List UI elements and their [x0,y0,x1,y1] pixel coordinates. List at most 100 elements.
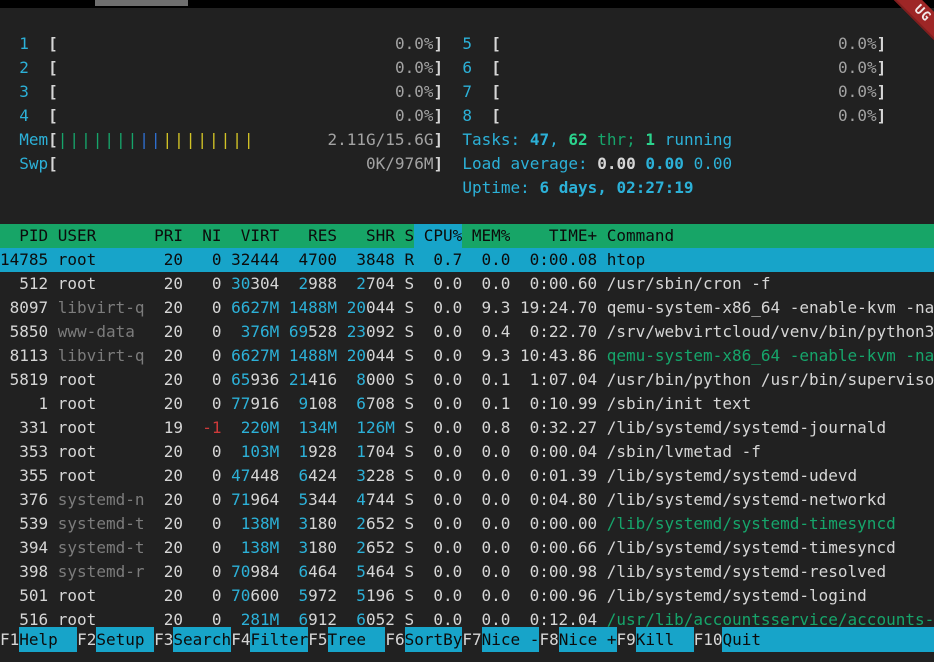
cell-ni: 0 [193,536,222,560]
window-top-strip [0,0,934,8]
text-segment: 988 [308,274,337,293]
meter-label: Swp [19,152,48,176]
text-segment: 0:04.80 [530,490,597,509]
text-segment: S [404,394,414,413]
column-header-command[interactable]: Command [607,224,934,248]
cell-cpu: 0.0 [424,392,463,416]
cpu-meter-3: 3[0.0%] [19,80,443,104]
text-segment: 69 [289,322,308,341]
bar-segment-yellow: |||||||| [163,130,256,149]
text-segment: S [404,274,414,293]
cell-pri: 20 [154,320,183,344]
text-segment: S [404,586,414,605]
column-header-mem[interactable]: MEM% [472,224,511,248]
text-segment: 928 [308,442,337,461]
text-segment: R [404,250,414,269]
text-segment: www-data [58,322,135,341]
process-row[interactable]: 512root2003030429882704S0.00.00:00.60/us… [0,272,934,296]
fkey-f7[interactable]: F7Nice - [462,627,539,652]
text-segment: 0.0 [433,442,462,461]
process-row[interactable]: 394systemd-t200138M31802652S0.00.00:00.6… [0,536,934,560]
meter-body: |||||||||||||||||2.11G/15.6G [58,128,434,152]
text-segment: htop [607,250,646,269]
text-segment: 501 [19,586,48,605]
text-segment: 5 [299,586,309,605]
process-row[interactable]: 8097libvirt-q2006627M1488M20044S0.09.319… [0,296,934,320]
meter-close-bracket: ] [877,80,887,104]
cell-command: /sbin/init text [607,392,934,416]
fkey-number: F10 [694,627,723,652]
text-segment: 0:00.66 [530,538,597,557]
cell-pri: 20 [154,536,183,560]
text-segment: 0.0 [482,250,511,269]
text-segment: 0 [212,250,222,269]
cell-virt: 32444 [231,248,279,272]
cell-mem: 0.0 [472,248,511,272]
column-header-s[interactable]: S [404,224,414,248]
fkey-f3[interactable]: F3Search [154,627,231,652]
meter-body: 0.0% [501,56,877,80]
cell-user: root [58,392,145,416]
column-header-res[interactable]: RES [289,224,337,248]
text-segment: 964 [250,490,279,509]
cell-cpu: 0.0 [424,440,463,464]
fkey-f9[interactable]: F9Kill [617,627,694,652]
meter-label: 7 [462,80,491,104]
text-segment: systemd-t [58,514,145,533]
uptime: Uptime: 6 days, 02:27:19 [462,176,693,200]
text-segment: root [58,442,97,461]
column-header-virt[interactable]: VIRT [231,224,279,248]
scrollbar-thumb[interactable] [95,0,188,6]
cell-res: 5972 [289,584,337,608]
process-row[interactable]: 5850www-data200376M6952823092S0.00.40:22… [0,320,934,344]
meter-label: 3 [19,80,48,104]
cell-shr: 5464 [347,560,395,584]
text-segment: 376M [241,322,280,341]
text-segment: 744 [366,490,395,509]
fkey-action-label: Nice + [559,627,617,652]
process-row[interactable]: 355root2004744864243228S0.00.00:01.39/li… [0,464,934,488]
process-row[interactable]: 398systemd-r2007098464645464S0.00.00:00.… [0,560,934,584]
fkey-f4[interactable]: F4Filter [231,627,308,652]
column-header-shr[interactable]: SHR [347,224,395,248]
column-header-pid[interactable]: PID [0,224,48,248]
fkey-f10[interactable]: F10Quit [694,627,934,652]
text-segment: 20 [164,370,183,389]
text-segment: 0 [212,586,222,605]
cpu-meter-5: 5[0.0%] [462,32,886,56]
column-header-user[interactable]: USER [58,224,145,248]
text-segment: 8113 [10,346,49,365]
meter-close-bracket: ] [877,104,887,128]
column-header-pri[interactable]: PRI [154,224,183,248]
fkey-f5[interactable]: F5Tree [308,627,385,652]
process-row[interactable]: 539systemd-t200138M31802652S0.00.00:00.0… [0,512,934,536]
process-row[interactable]: 376systemd-n2007196453444744S0.00.00:04.… [0,488,934,512]
process-row[interactable]: 353root200103M19281704S0.00.00:00.04/sbi… [0,440,934,464]
text-segment: 9.3 [482,346,511,365]
fkey-f2[interactable]: F2Setup [77,627,154,652]
text-segment: 0 [212,346,222,365]
column-header-ni[interactable]: NI [193,224,222,248]
process-row[interactable]: 14785root2003244447003848R0.70.00:00.08h… [0,248,934,272]
cell-s: S [404,392,414,416]
process-row[interactable]: 1root2007791691086708S0.00.10:10.99/sbin… [0,392,934,416]
text-segment: 4700 [299,250,338,269]
fkey-f6[interactable]: F6SortBy [385,627,462,652]
cell-command: /lib/systemd/systemd-udevd [607,464,934,488]
process-row[interactable]: 5819root20065936214168000S0.00.11:07.04/… [0,368,934,392]
fkey-f1[interactable]: F1Help [0,627,77,652]
cell-ni: 0 [193,440,222,464]
cell-command: /lib/systemd/systemd-logind [607,584,934,608]
meter-row: Swp[0K/976M]Load average: 0.00 0.00 0.00 [0,152,934,176]
process-row[interactable]: 331root19-1220M134M126MS0.00.80:32.27/li… [0,416,934,440]
cell-pri: 20 [154,584,183,608]
process-row[interactable]: 501root2007060059725196S0.00.00:00.96/li… [0,584,934,608]
memory-meter: Mem[|||||||||||||||||2.11G/15.6G] [19,128,443,152]
process-row[interactable]: 8113libvirt-q2006627M1488M20044S0.09.310… [0,344,934,368]
fkey-f8[interactable]: F8Nice + [539,627,616,652]
fkey-action-label: Search [173,627,231,652]
text-segment: 20 [164,394,183,413]
column-header-time[interactable]: TIME+ [520,224,597,248]
bar-segment-blue: || [139,130,162,149]
column-header-cpu[interactable]: CPU% [414,224,462,248]
